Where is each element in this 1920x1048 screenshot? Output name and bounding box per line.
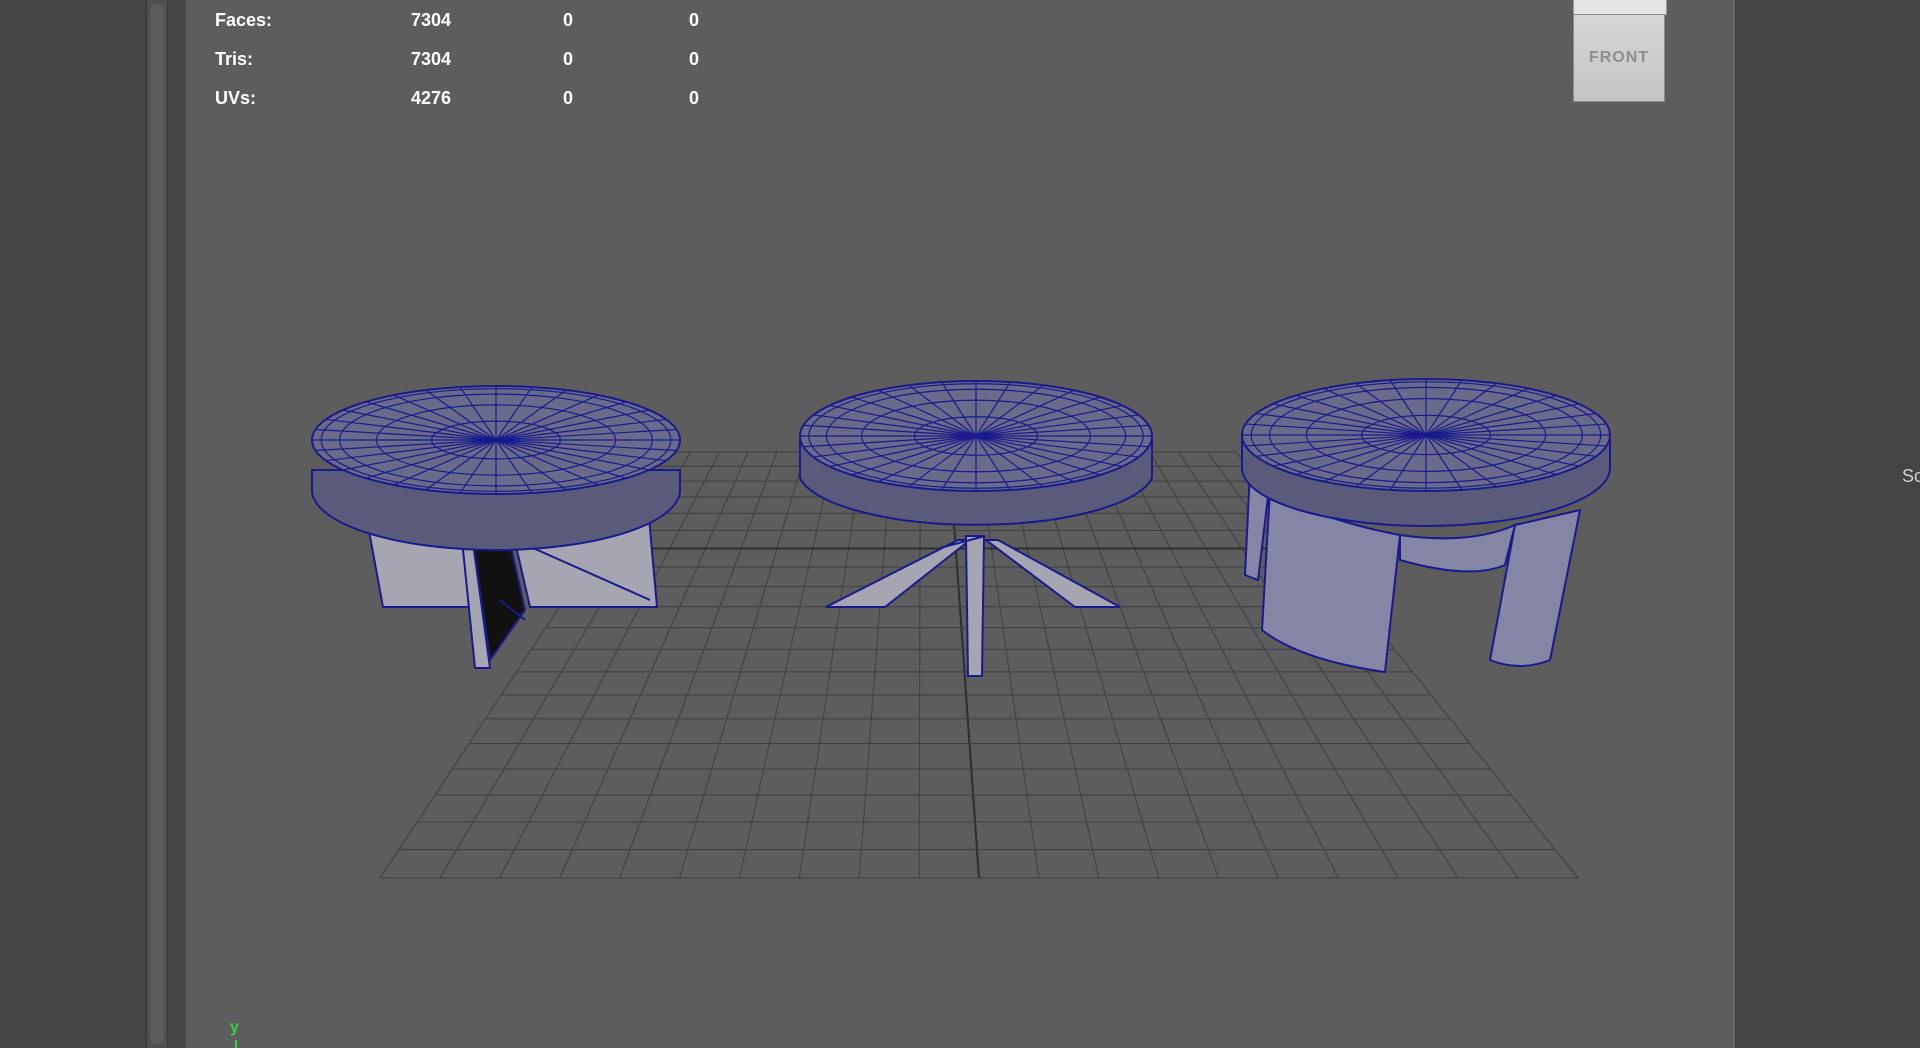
- right-panel: [1738, 0, 1920, 1048]
- viewcube-top[interactable]: [1573, 0, 1667, 15]
- viewport-scene[interactable]: [0, 0, 1920, 1048]
- table-right-top: [1241, 378, 1611, 527]
- side-panel-label: Sc: [1902, 466, 1920, 486]
- hud-label: UVs:: [215, 88, 257, 108]
- axis-y-label: y: [230, 1019, 239, 1036]
- hud-value: 7304: [410, 10, 451, 30]
- hud-value: 0: [562, 10, 573, 30]
- hud-value: 0: [688, 88, 699, 108]
- hud-value: 0: [688, 10, 699, 30]
- maya-app: Faces: 7304 0 0 Tris: 7304 0 0 UVs: 4276 0 0 FRONT …: [0, 0, 1920, 1048]
- hud-label: Faces:: [215, 10, 273, 30]
- hud-label: Tris:: [215, 49, 254, 69]
- viewcube[interactable]: FRONT: [1570, 0, 1668, 104]
- table-middle-legs: [825, 535, 1121, 677]
- hud-value: 4276: [410, 88, 451, 108]
- viewcube-front-face[interactable]: FRONT: [1573, 14, 1665, 102]
- axis-y-line: [235, 1040, 237, 1048]
- hud-value: 0: [562, 88, 573, 108]
- table-left-top: [311, 385, 681, 551]
- table-middle-top: [799, 380, 1153, 526]
- hud-value: 7304: [410, 49, 451, 69]
- hud-value: 0: [688, 49, 699, 69]
- hud-value: 0: [562, 49, 573, 69]
